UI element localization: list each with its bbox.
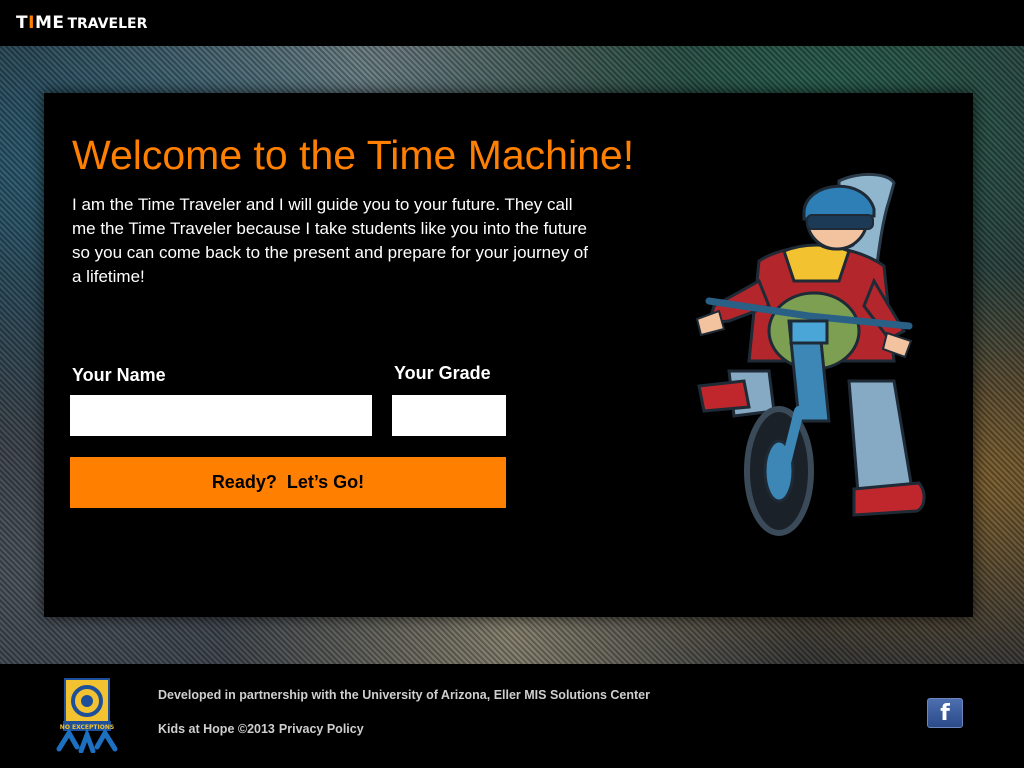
page-title: Welcome to the Time Machine! <box>72 132 635 178</box>
welcome-panel: Welcome to the Time Machine! I am the Ti… <box>44 93 973 617</box>
brand-traveler: TRAVELER <box>67 16 148 32</box>
intro-text: I am the Time Traveler and I will guide … <box>72 195 588 286</box>
name-input[interactable] <box>70 395 372 436</box>
grade-input[interactable] <box>392 395 506 436</box>
grade-label: Your Grade <box>394 363 491 383</box>
lets-go-button[interactable]: Ready? Let’s Go! <box>70 457 506 508</box>
top-bar: TIME TRAVELER <box>0 0 1024 46</box>
partnership-text: Developed in partnership with the Univer… <box>158 688 650 702</box>
copyright-text: Kids at Hope ©2013 <box>158 722 275 736</box>
footer-links: Kids at Hope ©2013 Privacy Policy <box>158 722 364 736</box>
facebook-icon[interactable]: f <box>927 698 963 728</box>
name-label: Your Name <box>72 365 166 385</box>
brand-logo[interactable]: TIME TRAVELER <box>16 13 147 34</box>
no-exceptions-logo[interactable]: NO EXCEPTIONS <box>51 673 123 753</box>
footer: NO EXCEPTIONS Developed in partnership w… <box>0 664 1024 768</box>
privacy-policy-link[interactable]: Privacy Policy <box>279 722 364 736</box>
brand-time: TIME <box>16 13 65 33</box>
time-traveler-character <box>695 173 926 536</box>
